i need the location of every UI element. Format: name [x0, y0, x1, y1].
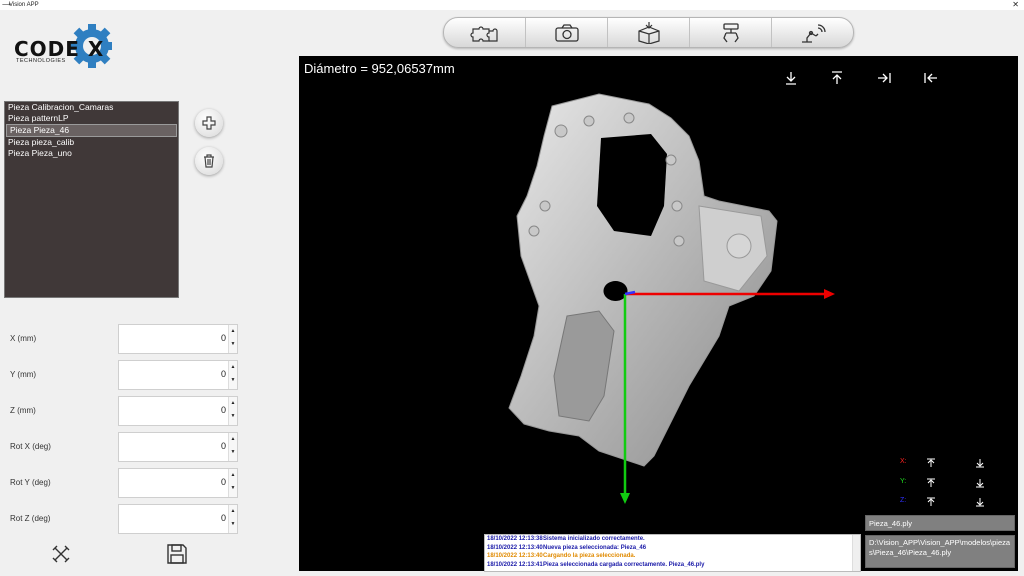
x-axis-down-icon[interactable] [975, 458, 985, 468]
y-value: 0 [220, 369, 226, 379]
close-window-button[interactable]: ✕ [1012, 0, 1019, 10]
z-axis-label: Z: [900, 497, 907, 504]
x-axis-up-icon[interactable] [926, 458, 936, 468]
save-disk-icon [167, 544, 187, 564]
puzzle-icon [469, 25, 498, 42]
stepper-arrows[interactable]: ▲ ▼ [228, 505, 237, 533]
log-panel[interactable]: 18/10/2022 12:13:38Sistema inicializado … [484, 534, 861, 572]
log-message: Cargando la pieza seleccionada. [543, 553, 636, 559]
rot-z-stepper[interactable]: 0 ▲ ▼ [118, 504, 238, 534]
stepper-arrows[interactable]: ▲ ▼ [228, 361, 237, 389]
x-value: 0 [220, 333, 226, 343]
stepper-arrows[interactable]: ▲ ▼ [228, 433, 237, 461]
y-axis-up-icon[interactable] [926, 478, 936, 488]
y-axis-label: Y: [900, 478, 907, 485]
log-timestamp: 18/10/2022 12:13:40 [487, 544, 543, 551]
file-path-field: D:\Vision_APP\Vision_APP\modelos\piezas\… [865, 535, 1015, 568]
camera-button[interactable] [526, 18, 608, 47]
x-label: X (mm) [10, 334, 37, 343]
y-label: Y (mm) [10, 370, 37, 379]
x-stepper[interactable]: 0 ▲ ▼ [118, 324, 238, 354]
list-item[interactable]: Pieza Pieza_uno [5, 148, 178, 159]
cancel-x-icon [52, 545, 70, 563]
puzzle-button[interactable] [444, 18, 526, 47]
list-item[interactable]: Pieza Calibracion_Camaras [5, 102, 178, 113]
3d-viewport[interactable]: Diámetro = 952,06537mm X: Y: Z: [299, 56, 1018, 571]
trash-icon [204, 154, 214, 168]
window-title: Vision APP [9, 2, 39, 8]
robot-gripper-icon [722, 22, 739, 42]
list-item[interactable]: Pieza pieza_calib [5, 137, 178, 148]
z-axis-up-icon[interactable] [926, 497, 936, 507]
robot-arm-signal-icon [801, 23, 826, 43]
stepper-arrows[interactable]: ▲ ▼ [228, 325, 237, 353]
z-axis-down-icon[interactable] [975, 497, 985, 507]
box-import-icon [637, 21, 660, 44]
3d-model-render [508, 93, 835, 504]
stepper-arrows[interactable]: ▲ ▼ [228, 397, 237, 425]
save-button[interactable] [166, 543, 188, 567]
piece-list[interactable]: Pieza Calibracion_Camaras Pieza patternL… [4, 101, 179, 298]
cancel-button[interactable] [52, 545, 70, 565]
logo-subtitle: TECHNOLOGIES [16, 58, 66, 64]
y-stepper[interactable]: 0 ▲ ▼ [118, 360, 238, 390]
file-name-field: Pieza_46.ply [865, 515, 1015, 531]
log-row: 18/10/2022 12:13:40Nueva pieza seleccion… [485, 544, 860, 553]
plus-puzzle-icon [202, 116, 216, 130]
rot-y-value: 0 [220, 477, 226, 487]
rot-z-label: Rot Z (deg) [10, 514, 51, 523]
add-piece-button[interactable] [195, 109, 223, 137]
list-item[interactable]: Pieza patternLP [5, 113, 178, 124]
log-message: Pieza seleccionada cargada correctamente… [543, 561, 705, 568]
z-stepper[interactable]: 0 ▲ ▼ [118, 396, 238, 426]
log-timestamp: 18/10/2022 12:13:38 [487, 536, 543, 542]
import-box-button[interactable] [608, 18, 690, 47]
robot-arm-button[interactable] [772, 18, 853, 47]
y-axis-down-icon[interactable] [975, 478, 985, 488]
log-message: Sistema inicializado correctamente. [543, 536, 645, 542]
log-row: 18/10/2022 12:13:40Cargando la pieza sel… [485, 552, 860, 561]
rot-y-stepper[interactable]: 0 ▲ ▼ [118, 468, 238, 498]
gripper-button[interactable] [690, 18, 772, 47]
log-row: 18/10/2022 12:13:41Pieza seleccionada ca… [485, 561, 860, 570]
rot-y-label: Rot Y (deg) [10, 478, 51, 487]
stepper-arrows[interactable]: ▲ ▼ [228, 469, 237, 497]
title-bar: ⟶ Vision APP ✕ [0, 0, 1024, 10]
codex-logo: CODE X TECHNOLOGIES [12, 24, 114, 76]
camera-icon [554, 23, 579, 42]
main-toolbar [443, 17, 854, 48]
z-label: Z (mm) [10, 406, 36, 415]
rot-x-stepper[interactable]: 0 ▲ ▼ [118, 432, 238, 462]
log-timestamp: 18/10/2022 12:13:41 [487, 561, 543, 568]
x-axis-label: X: [900, 458, 907, 465]
log-timestamp: 18/10/2022 12:13:40 [487, 553, 543, 559]
delete-piece-button[interactable] [195, 147, 223, 175]
z-value: 0 [220, 405, 226, 415]
log-scrollbar[interactable] [852, 535, 860, 571]
log-message: Nueva pieza seleccionada: Pieza_46 [543, 544, 647, 551]
rot-x-value: 0 [220, 441, 226, 451]
list-item-selected[interactable]: Pieza Pieza_46 [6, 124, 177, 137]
rot-x-label: Rot X (deg) [10, 442, 51, 451]
log-row: 18/10/2022 12:13:38Sistema inicializado … [485, 535, 860, 544]
rot-z-value: 0 [220, 513, 226, 523]
